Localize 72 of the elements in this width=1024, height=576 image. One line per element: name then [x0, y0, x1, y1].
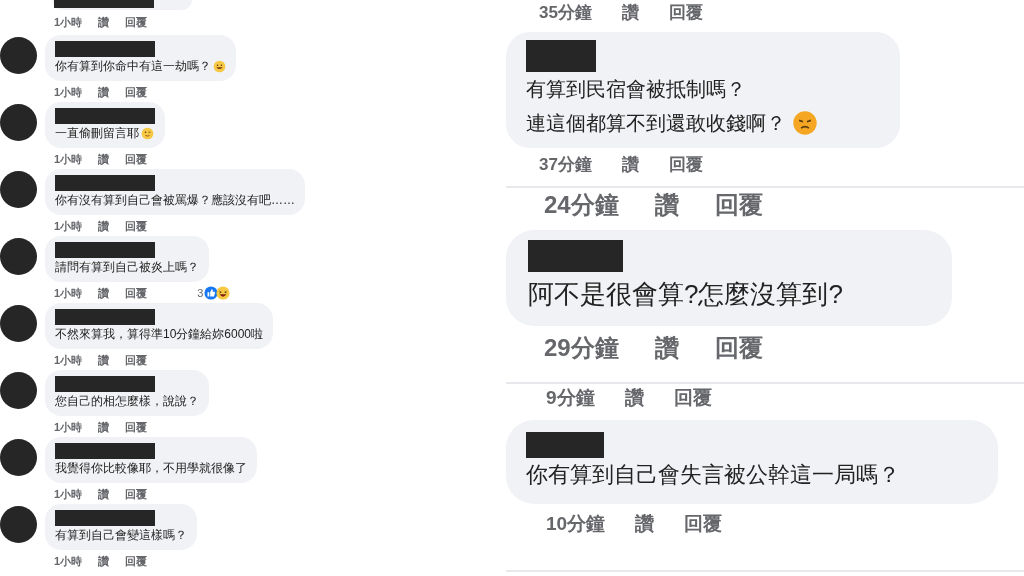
reply-link[interactable]: 回覆	[125, 486, 148, 503]
comment-time: 10分鐘	[546, 512, 606, 536]
like-link[interactable]: 讚	[98, 285, 110, 302]
comment-text: 你有沒有算到自己會被罵爆？應該沒有吧……	[55, 192, 295, 209]
comment-time: 1小時	[54, 487, 83, 502]
comment-time: 37分鐘	[539, 154, 592, 176]
comment-text: 有算到自己會變這樣嗎？	[55, 527, 187, 544]
reaction-count: 3	[197, 286, 204, 301]
avatar[interactable]	[0, 171, 37, 208]
reply-link[interactable]: 回覆	[714, 187, 763, 223]
reply-link[interactable]: 回覆	[125, 352, 148, 369]
reply-link[interactable]: 回覆	[714, 330, 763, 366]
like-link[interactable]: 讚	[98, 553, 110, 570]
like-link[interactable]: 讚	[621, 152, 639, 178]
reply-link[interactable]: 回覆	[673, 383, 712, 413]
reply-link[interactable]: 回覆	[668, 152, 703, 178]
reply-link[interactable]: 回覆	[125, 218, 148, 235]
frowning-face-icon	[792, 110, 818, 136]
comment-text: 您自己的相怎麼樣，說說？	[55, 393, 199, 410]
reply-link[interactable]: 回覆	[125, 151, 148, 168]
like-link[interactable]: 讚	[621, 0, 639, 26]
reply-link[interactable]: 回覆	[125, 285, 148, 302]
avatar[interactable]	[0, 506, 37, 543]
comment-time: 1小時	[54, 15, 83, 30]
comment-time: 1小時	[54, 85, 83, 100]
like-link[interactable]: 讚	[98, 486, 110, 503]
comment-text: 一直偷刪留言耶	[55, 125, 139, 142]
comment-text: 請問有算到自己被炎上嗎？	[55, 259, 199, 276]
comment-time: 29分鐘	[544, 333, 619, 363]
reply-link[interactable]: 回覆	[684, 510, 723, 539]
avatar[interactable]	[0, 238, 37, 275]
comment-time: 1小時	[54, 219, 83, 234]
comment-time: 1小時	[54, 420, 83, 435]
avatar[interactable]	[0, 439, 37, 476]
grinning-face-icon	[213, 59, 226, 73]
comment-time: 1小時	[54, 286, 83, 301]
reply-link[interactable]: 回覆	[125, 419, 148, 436]
avatar[interactable]	[0, 305, 37, 342]
avatar[interactable]	[0, 104, 37, 141]
reply-link[interactable]: 回覆	[668, 0, 703, 26]
like-link[interactable]: 讚	[98, 84, 110, 101]
comment-time: 1小時	[54, 152, 83, 167]
laughing-reaction-icon[interactable]	[216, 286, 231, 301]
comment-text: 我覺得你比較像耶，不用學就很像了	[55, 460, 247, 477]
comment-text: 不然來算我，算得準10分鐘給妳6000啦	[55, 326, 264, 343]
comment-time: 35分鐘	[539, 2, 592, 25]
like-link[interactable]: 讚	[98, 151, 110, 168]
comment-text: 你有算到自己會失言被公幹這一局嗎？	[526, 461, 900, 489]
comment-text: 你有算到你命中有這一劫嗎？	[55, 58, 211, 75]
comment-time: 9分鐘	[546, 385, 595, 410]
avatar[interactable]	[0, 372, 37, 409]
like-link[interactable]: 讚	[98, 14, 110, 31]
reply-link[interactable]: 回覆	[125, 84, 148, 101]
comment-time: 24分鐘	[544, 190, 619, 220]
like-link[interactable]: 讚	[654, 330, 679, 366]
like-link[interactable]: 讚	[624, 383, 644, 413]
comment-text: 連這個都算不到還敢收錢啊？	[526, 111, 786, 136]
redacted-name	[526, 40, 596, 72]
like-link[interactable]: 讚	[98, 352, 110, 369]
like-link[interactable]: 讚	[98, 419, 110, 436]
like-link[interactable]: 讚	[654, 187, 679, 223]
like-link[interactable]: 讚	[98, 218, 110, 235]
comment-text: 阿不是很會算?怎麼沒算到?	[528, 278, 843, 311]
reply-link[interactable]: 回覆	[125, 14, 148, 31]
comment-time: 1小時	[54, 353, 83, 368]
like-link[interactable]: 讚	[635, 510, 655, 539]
like-reaction-icon[interactable]	[204, 286, 219, 301]
avatar[interactable]	[0, 37, 37, 74]
reply-link[interactable]: 回覆	[125, 553, 148, 570]
comment-time: 1小時	[54, 554, 83, 569]
winking-face-icon	[141, 126, 154, 140]
comment-text: 有算到民宿會被抵制嗎？	[526, 77, 746, 102]
